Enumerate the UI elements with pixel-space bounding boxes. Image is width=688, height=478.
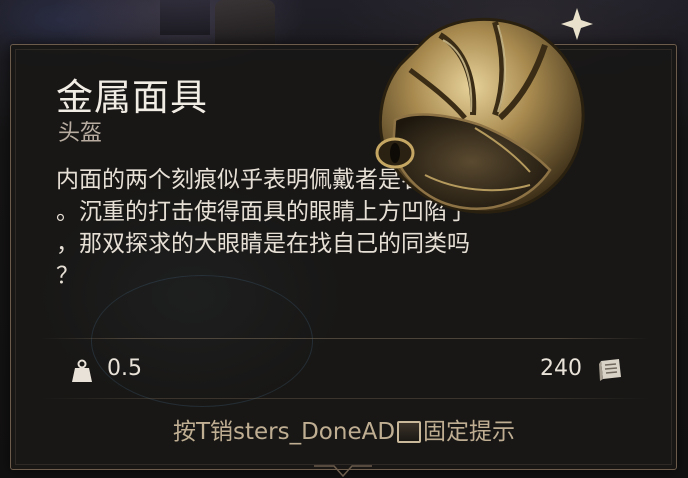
item-weight: 0.5 [107,356,142,381]
divider [40,398,650,399]
hint-text: 按T销sters_DoneAD [172,419,396,445]
item-type: 头盔 [58,121,103,146]
gold-coin-icon [599,359,621,381]
background-rune-ring [91,275,313,407]
item-name: 金属面具 [56,76,208,119]
background-figure [215,0,275,45]
tooltip-bottom-ornament [314,465,372,478]
pin-tooltip-hint: 按T销sters_DoneAD 固定提示 [0,412,688,446]
weight-icon [72,359,92,382]
item-price: 240 [540,356,582,381]
background-figure [160,0,210,35]
metal-mask-icon [375,8,593,214]
divider [40,338,650,339]
key-icon [397,421,422,443]
hint-text-suffix: 固定提示 [423,419,516,445]
